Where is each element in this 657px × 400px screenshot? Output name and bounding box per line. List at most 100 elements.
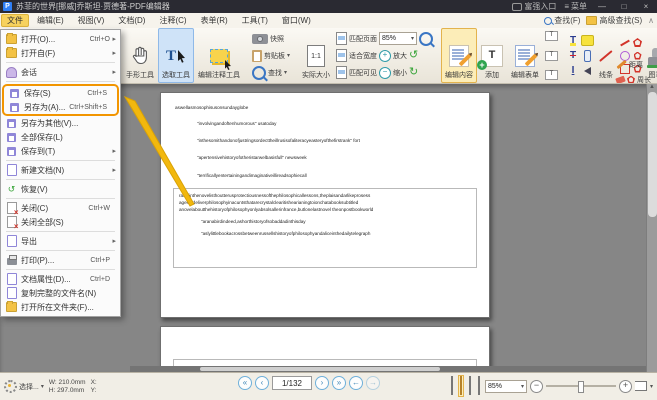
strikeout-tool-icon[interactable]: T xyxy=(570,51,576,61)
scroll-up-icon[interactable]: ▲ xyxy=(649,84,655,90)
underline-tool-icon[interactable]: I xyxy=(572,66,575,76)
polygon-line-tool-icon[interactable] xyxy=(633,38,642,47)
menu-item-close-all[interactable]: 关闭全部(S) xyxy=(1,215,120,229)
tutorial-highlight-box: 保存(S)Ctrl+S 另存为(A)...Ctrl+Shift+S xyxy=(2,84,119,116)
zoom-in-icon[interactable]: + xyxy=(379,50,391,62)
menu-item-save[interactable]: 保存(S)Ctrl+S xyxy=(4,86,117,100)
submenu-arrow-icon: ▸ xyxy=(110,237,116,245)
edit-annotation-tool-button[interactable]: 编辑注释工具 xyxy=(194,28,244,83)
edit-form-button[interactable]: 编辑表单 xyxy=(507,28,543,83)
continuous-mode-button[interactable] xyxy=(458,375,464,397)
advanced-find-button[interactable]: 高级查找(S) xyxy=(586,15,642,26)
pdf-page-1[interactable]: aswellasmosophisusonsundayglobe "involvi… xyxy=(160,92,490,318)
text-box-tool-icon[interactable]: T xyxy=(545,51,558,61)
menu-item-label: 复制完整的文件名(N) xyxy=(21,288,106,299)
zoom-slider[interactable] xyxy=(546,385,616,387)
select-tool-button[interactable]: T 选取工具 xyxy=(158,28,194,83)
status-zoom-combobox[interactable]: 85%▾ xyxy=(485,380,527,393)
zoom-out-button[interactable]: − xyxy=(530,380,543,393)
audio-tool-icon[interactable] xyxy=(584,67,591,75)
menu-mode-button[interactable]: ≡菜单 xyxy=(564,1,587,12)
zoom-slider-handle[interactable] xyxy=(578,381,584,393)
distance-tool-button[interactable]: 距离 xyxy=(616,58,651,71)
vertical-scrollbar[interactable]: ▲ xyxy=(646,84,657,372)
menu-item-save-as[interactable]: 另存为(A)...Ctrl+Shift+S xyxy=(4,100,117,114)
edit-content-button[interactable]: 编辑内容 xyxy=(441,28,477,83)
menu-item-close[interactable]: 关闭(C)Ctrl+W xyxy=(1,201,120,215)
typewriter-tool-icon[interactable]: T xyxy=(545,70,558,80)
menu-item-open[interactable]: 打开(O)...Ctrl+O▸ xyxy=(1,32,120,46)
add-label: 添加 xyxy=(485,70,499,80)
menu-item-open-from[interactable]: 打开自(F)▸ xyxy=(1,46,120,60)
arrow-tool-icon[interactable] xyxy=(620,39,630,46)
next-view-button[interactable]: → xyxy=(366,376,380,390)
text-field-tool-icon[interactable]: T xyxy=(545,31,558,41)
find-tool-button[interactable]: 查找▾ xyxy=(252,65,290,80)
distance-label: 距离 xyxy=(629,60,643,70)
find-button[interactable]: 查找(F) xyxy=(544,15,580,26)
menu-item-document-properties[interactable]: 文档属性(D)...Ctrl+D xyxy=(1,272,120,286)
previous-page-button[interactable]: ‹ xyxy=(255,376,269,390)
menu-edit[interactable]: 编辑(E) xyxy=(31,14,70,27)
selected-text-block[interactable]: rabbiinthenovelisthoutterusprotectiousne… xyxy=(173,188,477,268)
next-page-button[interactable]: › xyxy=(315,376,329,390)
rotate-left-icon[interactable]: ↺ xyxy=(409,50,418,61)
page-number-field[interactable]: 1/132 xyxy=(272,376,312,390)
facing-mode-button[interactable] xyxy=(467,375,473,397)
minimize-button[interactable]: — xyxy=(595,2,609,11)
menu-separator xyxy=(6,179,115,180)
submenu-arrow-icon: ▸ xyxy=(110,68,116,76)
menu-item-print[interactable]: 打印(P)...Ctrl+P xyxy=(1,253,120,267)
menu-item-save-as-other[interactable]: 另存为其他(V)... xyxy=(1,116,120,130)
add-button[interactable]: T 添加 xyxy=(477,28,507,83)
menu-item-save-all[interactable]: 全部保存(L) xyxy=(1,130,120,144)
actual-size-button[interactable]: 1:1 实际大小 xyxy=(298,28,334,83)
menu-item-open-containing-folder[interactable]: 打开所在文件夹(F)... xyxy=(1,300,120,314)
fit-width-mode-icon[interactable] xyxy=(635,381,647,391)
first-page-button[interactable]: « xyxy=(238,376,252,390)
menu-file[interactable]: 文件 xyxy=(1,14,29,27)
menu-item-label: 另存为其他(V)... xyxy=(21,118,106,129)
line-tool-button[interactable]: 线条 xyxy=(594,28,618,83)
chevron-down-icon[interactable]: ▾ xyxy=(650,383,653,390)
quick-entry-button[interactable]: 富强入口 xyxy=(512,1,556,12)
marquee-zoom-icon[interactable] xyxy=(419,32,433,46)
zoom-out-icon[interactable]: − xyxy=(379,67,391,79)
note-tool-icon[interactable] xyxy=(581,35,594,46)
menu-form[interactable]: 表单(R) xyxy=(195,14,234,27)
menu-comment[interactable]: 注释(C) xyxy=(153,14,192,27)
menu-item-export[interactable]: 导出▸ xyxy=(1,234,120,248)
fit-visible-button[interactable]: 匹配可见 −缩小 ↻ xyxy=(336,65,433,80)
vertical-scroll-thumb[interactable] xyxy=(648,92,657,217)
menu-item-new-document[interactable]: 新建文档(N)▸ xyxy=(1,163,120,177)
menu-document[interactable]: 文档(D) xyxy=(112,14,151,27)
last-page-button[interactable]: » xyxy=(332,376,346,390)
hand-tool-button[interactable]: 手形工具 xyxy=(122,28,158,83)
menu-window[interactable]: 窗口(W) xyxy=(276,14,317,27)
menu-item-copy-filename[interactable]: 复制完整的文件名(N) xyxy=(1,286,120,300)
maximize-button[interactable]: □ xyxy=(617,2,631,11)
fit-page-button[interactable]: 匹配页面 85%▾ xyxy=(336,31,433,46)
menu-view[interactable]: 视图(V) xyxy=(72,14,111,27)
clipboard-button[interactable]: 剪贴板▾ xyxy=(252,48,290,63)
close-button[interactable]: × xyxy=(639,2,653,11)
printer-icon xyxy=(7,258,17,265)
menu-tools[interactable]: 工具(T) xyxy=(236,14,274,27)
snapshot-button[interactable]: 快照 xyxy=(252,31,290,46)
menu-item-save-to[interactable]: 保存到(T)▸ xyxy=(1,144,120,158)
attach-tool-icon[interactable] xyxy=(584,50,591,62)
menu-item-revert[interactable]: ↺恢复(V) xyxy=(1,182,120,196)
horizontal-scroll-thumb[interactable] xyxy=(200,367,440,371)
perimeter-tool-button[interactable]: 周长 xyxy=(616,73,651,84)
facing-continuous-mode-button[interactable] xyxy=(476,375,482,397)
single-page-mode-button[interactable] xyxy=(449,375,455,397)
zoom-combobox[interactable]: 85%▾ xyxy=(379,32,417,45)
collapse-toolbar-icon[interactable]: ∧ xyxy=(648,16,654,25)
highlight-tool-icon[interactable]: T xyxy=(570,36,576,46)
fit-width-button[interactable]: 适合宽度 +放大 ↺ xyxy=(336,48,433,63)
zoom-in-button[interactable]: + xyxy=(619,380,632,393)
rotate-right-icon[interactable]: ↻ xyxy=(409,67,418,78)
select-tool-dropdown[interactable]: 选择...▾ xyxy=(4,380,44,393)
menu-item-session[interactable]: 会话▸ xyxy=(1,65,120,79)
previous-view-button[interactable]: ← xyxy=(349,376,363,390)
